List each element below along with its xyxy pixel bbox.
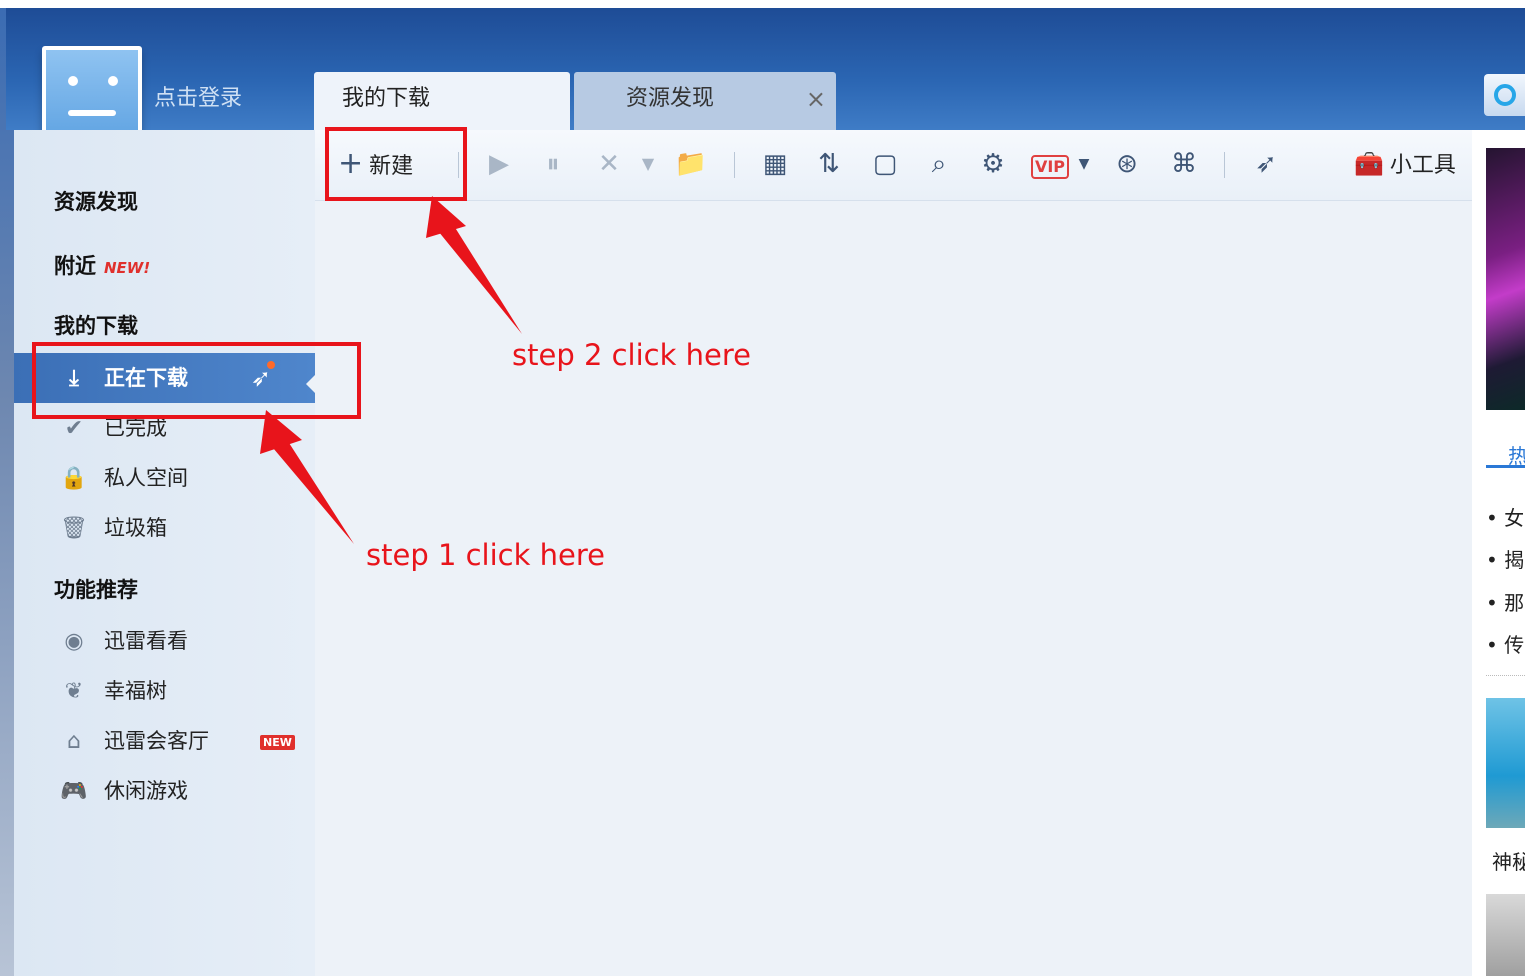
annotation-arrows — [260, 196, 522, 544]
arrow-step1-shaft — [268, 432, 354, 544]
arrow-step2-head — [426, 196, 466, 238]
step1-note: step 1 click here — [366, 538, 605, 572]
step2-note: step 2 click here — [512, 338, 751, 372]
arrow-step2-shaft — [434, 218, 522, 334]
